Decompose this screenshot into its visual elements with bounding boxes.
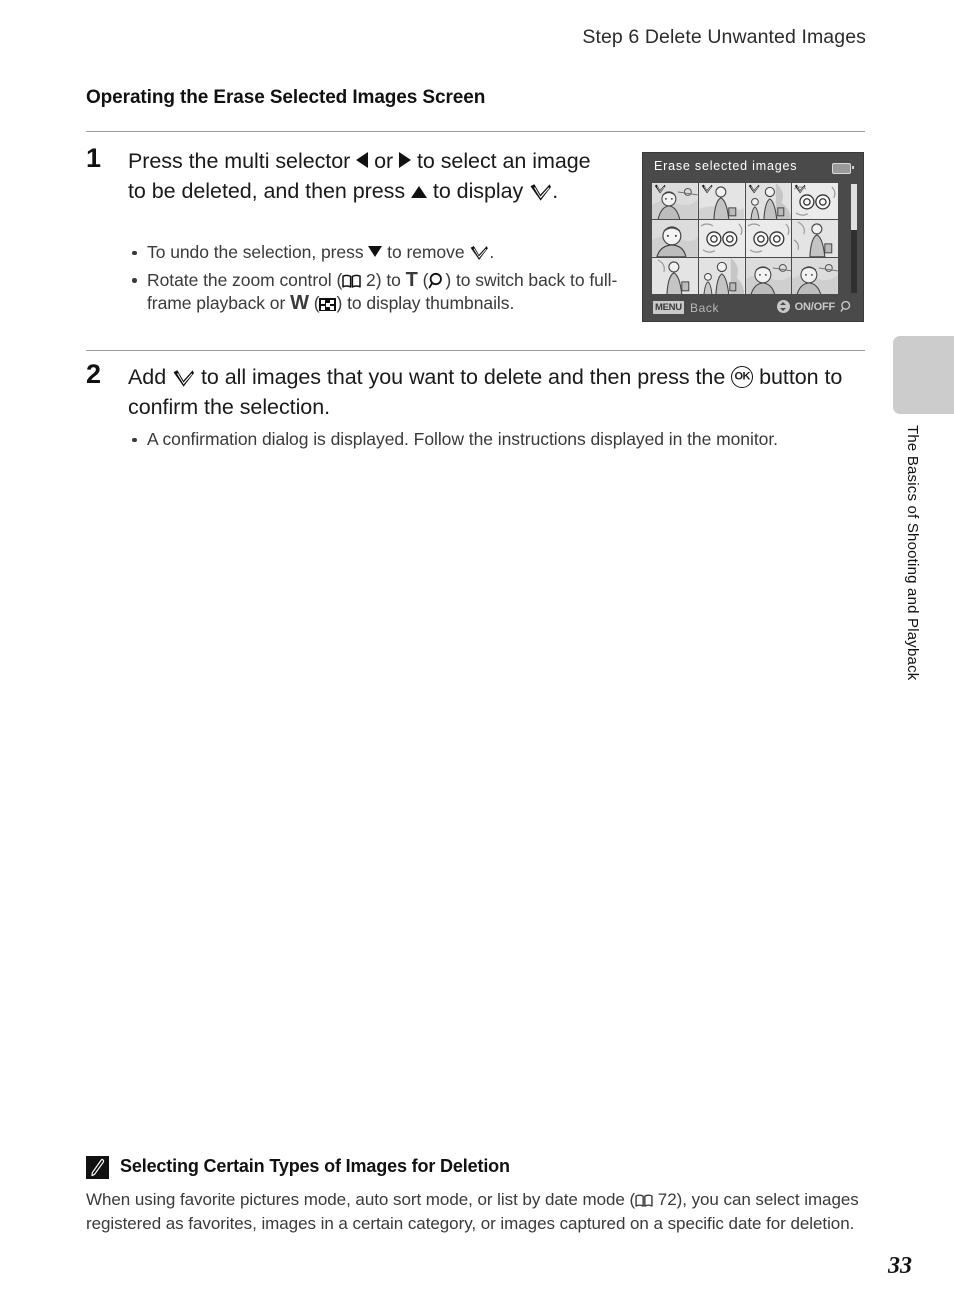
book-reference-icon: [342, 274, 361, 288]
thumbnail-cell[interactable]: [652, 183, 698, 220]
page-number: 33: [888, 1253, 912, 1279]
note-block: Selecting Certain Types of Images for De…: [86, 1155, 868, 1236]
down-triangle-icon: [368, 246, 383, 257]
step-1-text-e: .: [552, 178, 559, 203]
thumbnail-cell[interactable]: [698, 220, 745, 257]
selection-check-icon: [701, 184, 713, 194]
step-2-text-b: to all images that you want to delete an…: [195, 365, 732, 389]
thumbnail-cell[interactable]: [652, 220, 698, 257]
divider-rule-top: [86, 131, 865, 132]
right-triangle-icon: [399, 152, 412, 168]
selection-check-icon: [748, 184, 759, 194]
bullet-3-text: A confirmation dialog is displayed. Foll…: [147, 429, 778, 449]
step-1-text: Press the multi selector or to select an…: [128, 147, 598, 206]
thumbnail-cell[interactable]: [652, 257, 698, 294]
bullet-2-text-f: ) to display thumbnails.: [336, 293, 515, 313]
selection-check-icon: [470, 246, 489, 260]
camera-title-bar: Erase selected images: [643, 153, 863, 181]
thumb-scene-woman-with-bag: [652, 257, 698, 294]
camera-screen-title: Erase selected images: [654, 159, 798, 173]
bullet-2-text-a: Rotate the zoom control (: [147, 269, 343, 290]
chapter-tab-label: The Basics of Shooting and Playback: [904, 425, 921, 681]
bullet-2-text-c: (: [417, 269, 429, 290]
thumbnail-cell[interactable]: [745, 220, 792, 257]
bullet-2-text-b: 2) to: [361, 269, 406, 290]
thumb-scene-woman-with-bag: [792, 220, 838, 257]
onoff-label: ON/OFF: [794, 300, 836, 313]
thumb-scene-portrait-sunset: [792, 257, 838, 294]
thumbnail-cell[interactable]: [745, 183, 792, 220]
selection-check-icon: [530, 183, 552, 201]
zoom-letter-t: T: [405, 268, 418, 291]
thumbnail-grid: [652, 183, 838, 294]
step-2-number: 2: [86, 359, 102, 389]
thumbnail-cell[interactable]: [792, 183, 838, 220]
step-1-text-d: to display: [427, 178, 530, 203]
chapter-tab-marker: [893, 336, 954, 414]
thumb-scene-flowers: [698, 220, 745, 257]
thumb-scene-portrait-closeup: [652, 220, 698, 257]
bullet-1-text-b: to remove: [382, 242, 470, 262]
magnifier-icon: [840, 300, 851, 312]
selection-check-icon: [795, 184, 806, 194]
thumbnail-grid-icon: [319, 298, 337, 311]
onoff-indicator-group: ON/OFF: [776, 300, 853, 313]
menu-button-chip[interactable]: MENU: [653, 301, 684, 314]
thumbnail-cell[interactable]: [792, 257, 838, 294]
scrollbar-thumb[interactable]: [851, 184, 857, 230]
step-2-text: Add to all images that you want to delet…: [128, 363, 868, 422]
divider-rule-middle: [86, 350, 865, 351]
step-1-number: 1: [86, 143, 102, 173]
note-title: Selecting Certain Types of Images for De…: [120, 1156, 510, 1176]
step-2-bullets: A confirmation dialog is displayed. Foll…: [128, 428, 868, 456]
section-heading: Operating the Erase Selected Images Scre…: [86, 87, 486, 108]
thumb-scene-portrait-sunset: [745, 257, 792, 294]
thumbnail-cell[interactable]: [698, 183, 745, 220]
camera-screen-illustration: Erase selected images MENU Back ON/OFF: [642, 152, 864, 322]
running-header: Step 6 Delete Unwanted Images: [582, 26, 866, 48]
manual-page: Step 6 Delete Unwanted Images Operating …: [0, 0, 954, 1314]
back-label: Back: [690, 301, 720, 315]
scrollbar-track[interactable]: [851, 184, 857, 293]
selection-check-icon: [173, 370, 195, 387]
ok-button-icon: OK: [731, 366, 754, 388]
step-1-text-b: or: [368, 149, 400, 173]
bullet-1-text-a: To undo the selection, press: [147, 242, 369, 262]
bullet-1-text-c: .: [489, 242, 495, 262]
note-body-a: When using favorite pictures mode, auto …: [86, 1190, 636, 1209]
step-2-text-a: Add: [128, 365, 173, 389]
selection-check-icon: [654, 184, 666, 194]
multi-selector-icon: [776, 300, 790, 313]
list-item: To undo the selection, press to remove .: [128, 241, 623, 265]
camera-bottom-bar: MENU Back ON/OFF: [643, 295, 863, 321]
magnifier-icon: [429, 272, 443, 288]
thumb-scene-mother-and-child: [698, 257, 745, 294]
step-1-bullets: To undo the selection, press to remove .…: [128, 241, 623, 320]
thumbnail-cell[interactable]: [792, 220, 838, 257]
bullet-2-text-e: (: [308, 293, 320, 313]
battery-icon: [832, 163, 854, 174]
up-triangle-icon: [411, 185, 427, 198]
book-reference-icon: [635, 1194, 653, 1207]
list-item: A confirmation dialog is displayed. Foll…: [128, 428, 868, 452]
list-item: Rotate the zoom control ( 2) to T ( ) to …: [128, 269, 623, 316]
step-1-text-a: Press the multi selector: [128, 149, 357, 173]
ok-button-label: OK: [734, 370, 751, 383]
thumbnail-cell[interactable]: [698, 257, 745, 294]
note-header: Selecting Certain Types of Images for De…: [86, 1155, 868, 1179]
zoom-letter-w: W: [290, 292, 309, 314]
pencil-note-icon: [86, 1156, 109, 1179]
thumbnail-cell[interactable]: [745, 257, 792, 294]
note-body: When using favorite pictures mode, auto …: [86, 1188, 868, 1236]
thumb-scene-flowers: [745, 220, 792, 257]
left-triangle-icon: [356, 152, 369, 168]
